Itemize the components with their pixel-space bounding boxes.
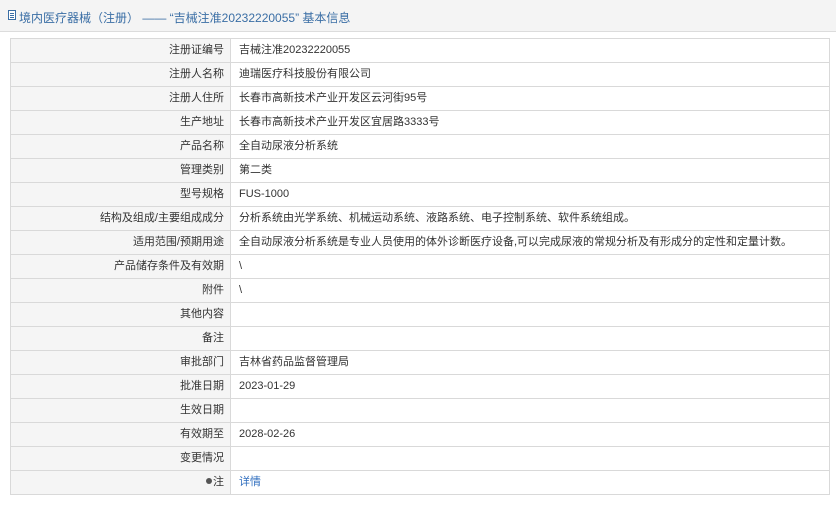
- row-value: [230, 326, 830, 351]
- note-label: 注: [213, 476, 224, 488]
- row-value: 分析系统由光学系统、机械运动系统、液路系统、电子控制系统、软件系统组成。: [230, 206, 830, 231]
- row-value: [230, 446, 830, 471]
- info-table-container: 注册证编号 吉械注准20232220055 注册人名称 迪瑞医疗科技股份有限公司…: [10, 38, 830, 495]
- pin-icon: [206, 478, 212, 484]
- row-value: 全自动尿液分析系统是专业人员使用的体外诊断医疗设备,可以完成尿液的常规分析及有形…: [230, 230, 830, 255]
- row-value: 全自动尿液分析系统: [230, 134, 830, 159]
- row-label: 结构及组成/主要组成成分: [10, 206, 231, 231]
- row-label: 附件: [10, 278, 231, 303]
- table-row: 生效日期: [10, 398, 830, 423]
- row-value: 吉林省药品监督管理局: [230, 350, 830, 375]
- page-header: 境内医疗器械（注册） —— “吉械注准20232220055” 基本信息: [0, 0, 836, 32]
- row-value: \: [230, 254, 830, 279]
- row-value: 迪瑞医疗科技股份有限公司: [230, 62, 830, 87]
- table-row: 管理类别 第二类: [10, 158, 830, 183]
- info-table: 注册证编号 吉械注准20232220055 注册人名称 迪瑞医疗科技股份有限公司…: [10, 38, 830, 495]
- table-row: 备注: [10, 326, 830, 351]
- row-value: \: [230, 278, 830, 303]
- table-row: 变更情况: [10, 446, 830, 471]
- row-value: [230, 398, 830, 423]
- row-label: 产品名称: [10, 134, 231, 159]
- row-label: 注册人名称: [10, 62, 231, 87]
- row-label: 变更情况: [10, 446, 231, 471]
- table-row: 审批部门 吉林省药品监督管理局: [10, 350, 830, 375]
- table-row: 附件 \: [10, 278, 830, 303]
- table-row: 型号规格 FUS-1000: [10, 182, 830, 207]
- row-value: FUS-1000: [230, 182, 830, 207]
- table-row: 适用范围/预期用途 全自动尿液分析系统是专业人员使用的体外诊断医疗设备,可以完成…: [10, 230, 830, 255]
- table-row: 产品储存条件及有效期 \: [10, 254, 830, 279]
- table-row: 结构及组成/主要组成成分 分析系统由光学系统、机械运动系统、液路系统、电子控制系…: [10, 206, 830, 231]
- table-row: 批准日期 2023-01-29: [10, 374, 830, 399]
- row-value: 2023-01-29: [230, 374, 830, 399]
- table-row: 有效期至 2028-02-26: [10, 422, 830, 447]
- note-label-cell: 注: [10, 470, 231, 495]
- row-label: 生产地址: [10, 110, 231, 135]
- row-label: 有效期至: [10, 422, 231, 447]
- details-link[interactable]: 详情: [239, 476, 261, 488]
- row-value: 第二类: [230, 158, 830, 183]
- row-value: 吉械注准20232220055: [230, 38, 830, 63]
- row-value: [230, 302, 830, 327]
- row-label: 型号规格: [10, 182, 231, 207]
- row-label: 适用范围/预期用途: [10, 230, 231, 255]
- note-row: 注 详情: [10, 470, 830, 495]
- row-label: 生效日期: [10, 398, 231, 423]
- row-label: 备注: [10, 326, 231, 351]
- document-icon: [8, 10, 16, 20]
- table-row: 注册人住所 长春市高新技术产业开发区云河街95号: [10, 86, 830, 111]
- row-label: 其他内容: [10, 302, 231, 327]
- note-value-cell: 详情: [230, 470, 830, 495]
- table-row: 其他内容: [10, 302, 830, 327]
- row-label: 管理类别: [10, 158, 231, 183]
- row-value: 2028-02-26: [230, 422, 830, 447]
- row-label: 审批部门: [10, 350, 231, 375]
- page-title: 境内医疗器械（注册） —— “吉械注准20232220055” 基本信息: [19, 11, 351, 25]
- table-row: 注册证编号 吉械注准20232220055: [10, 38, 830, 63]
- row-value: 长春市高新技术产业开发区宜居路3333号: [230, 110, 830, 135]
- row-label: 注册人住所: [10, 86, 231, 111]
- table-row: 生产地址 长春市高新技术产业开发区宜居路3333号: [10, 110, 830, 135]
- row-label: 批准日期: [10, 374, 231, 399]
- table-row: 产品名称 全自动尿液分析系统: [10, 134, 830, 159]
- row-value: 长春市高新技术产业开发区云河街95号: [230, 86, 830, 111]
- row-label: 产品储存条件及有效期: [10, 254, 231, 279]
- row-label: 注册证编号: [10, 38, 231, 63]
- table-row: 注册人名称 迪瑞医疗科技股份有限公司: [10, 62, 830, 87]
